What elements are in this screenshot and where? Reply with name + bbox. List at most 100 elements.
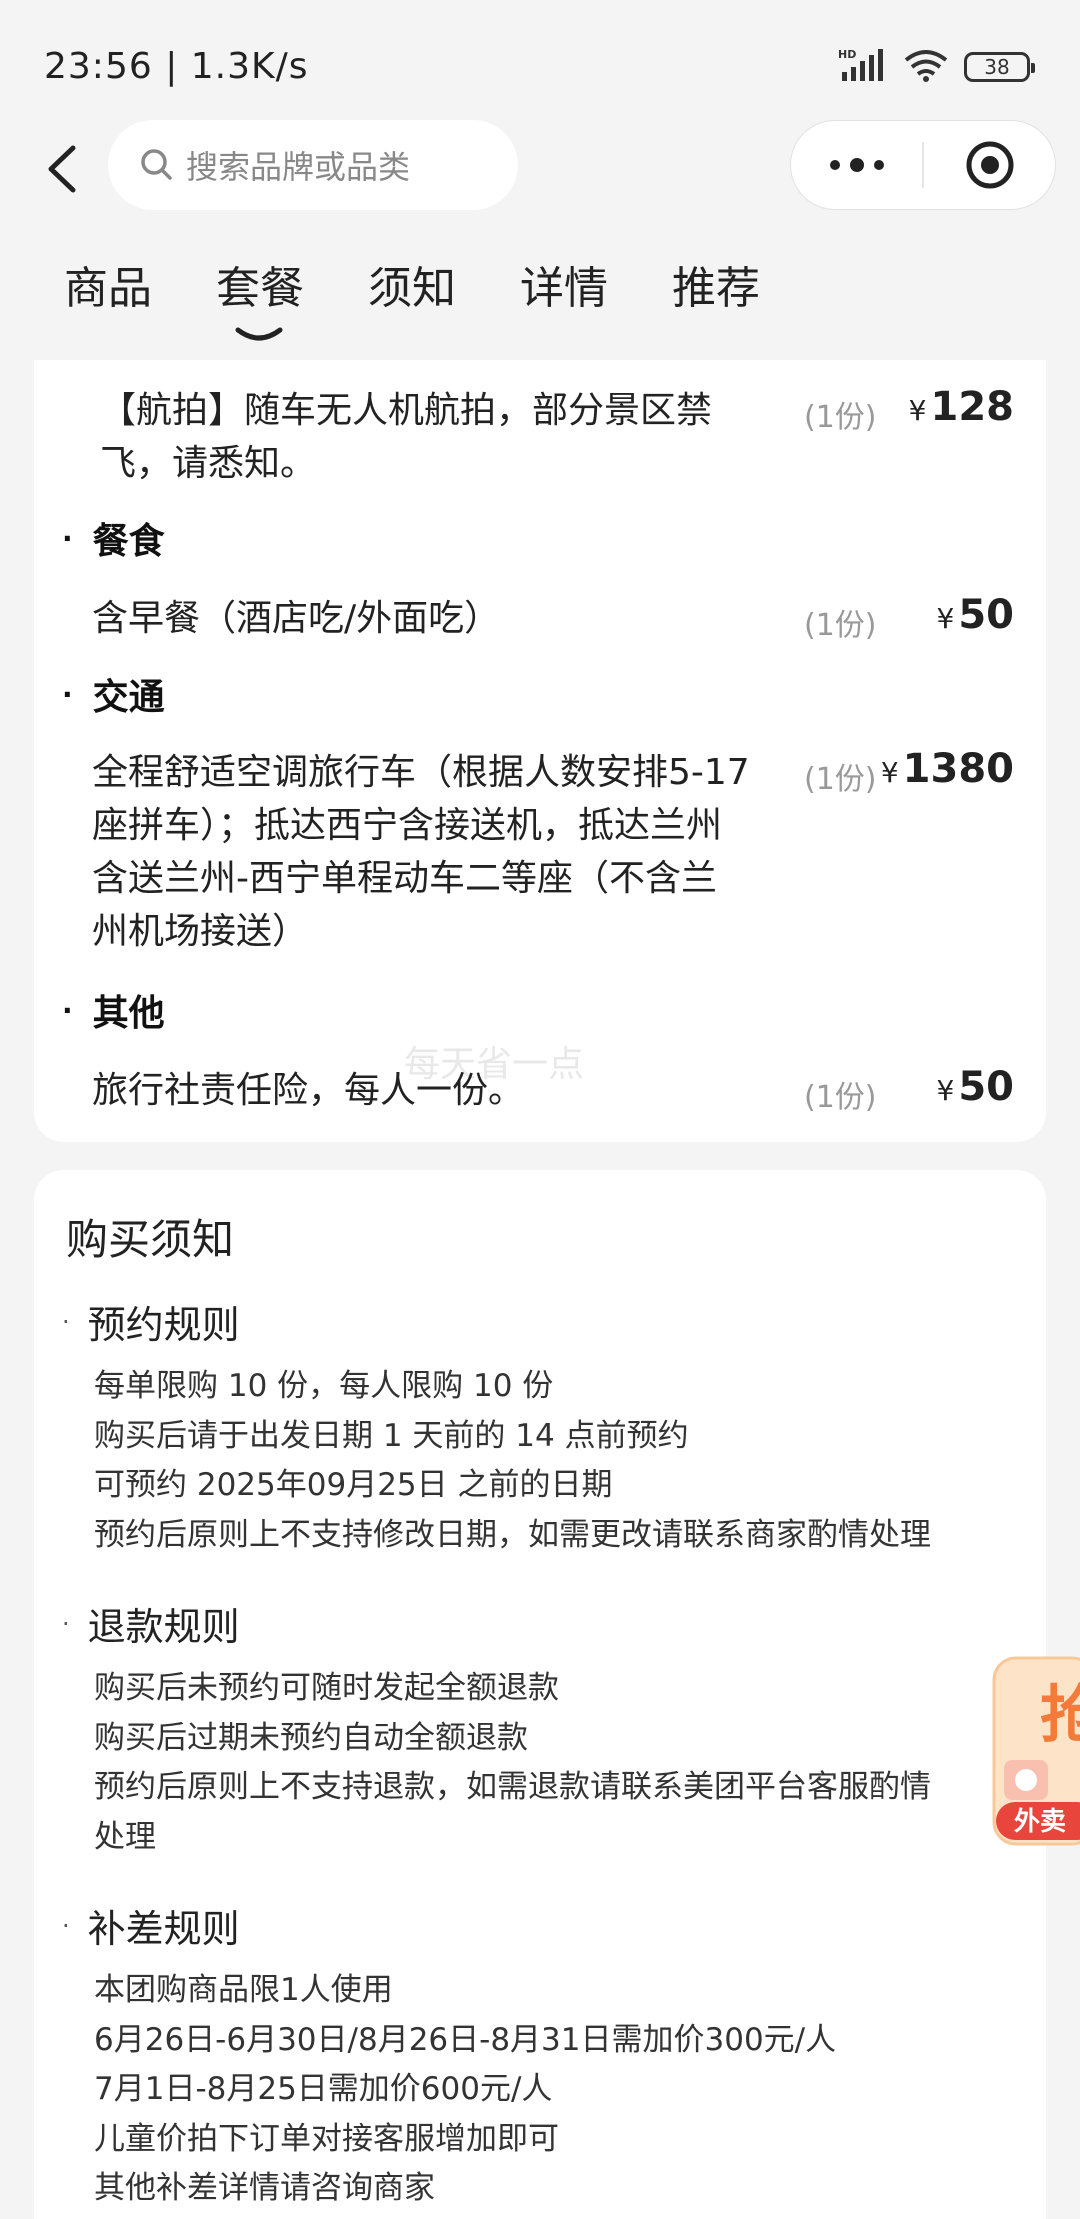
- price-value: 50: [958, 592, 1014, 638]
- currency-symbol: ¥: [880, 756, 899, 789]
- promo-big-char: 抢: [1040, 1678, 1080, 1751]
- tab-label: 商品: [64, 263, 152, 314]
- item-price: ¥50: [937, 592, 1015, 638]
- refund-rules-text: 购买后未预约可随时发起全额退款 购买后过期未预约自动全额退款 预约后原则上不支持…: [94, 1664, 996, 1862]
- rule-title-label: 预约规则: [87, 1303, 240, 1347]
- rule-line: 本团购商品限1人使用: [94, 1972, 393, 2008]
- watermark: 每天省一点: [404, 1044, 585, 1085]
- back-button[interactable]: [28, 134, 98, 204]
- bullet-icon: ·: [62, 1307, 70, 1336]
- item-price: ¥128: [909, 384, 1014, 430]
- item-line: 全程舒适空调旅行车（根据人数安排5-17: [92, 752, 750, 793]
- close-mini-program-button[interactable]: [924, 121, 1055, 209]
- search-input[interactable]: 搜索品牌或品类: [108, 120, 518, 210]
- purchase-notice-card: 购买须知 · 预约规则 每单限购 10 份，每人限购 10 份 购买后请于出发日…: [34, 1170, 1046, 2219]
- rule-line: 儿童价拍下订单对接客服增加即可: [94, 2120, 559, 2157]
- item-line: 州机场接送）: [92, 911, 309, 952]
- package-item-food: 含早餐（酒店吃/外面吃） (1份) ¥50: [92, 592, 1014, 652]
- promo-label: 外卖: [1014, 1807, 1066, 1837]
- tab-label: 须知: [368, 263, 456, 314]
- item-line: 飞，请悉知。: [100, 443, 317, 484]
- currency-symbol: ¥: [936, 602, 955, 635]
- item-price: ¥50: [937, 1064, 1015, 1110]
- bullet-icon: ·: [62, 521, 73, 555]
- tab-underline: [235, 327, 283, 341]
- item-quantity: (1份): [804, 608, 877, 643]
- category-transport: · 交通: [62, 668, 165, 720]
- package-card: 【航拍】随车无人机航拍，部分景区禁 飞，请悉知。 (1份) ¥128 · 餐食 …: [34, 360, 1046, 1142]
- price-value: 50: [958, 1064, 1014, 1110]
- booking-rules-text: 每单限购 10 份，每人限购 10 份 购买后请于出发日期 1 天前的 14 点…: [94, 1362, 996, 1560]
- signal-icon: HD: [838, 48, 888, 86]
- rule-line: 预约后原则上不支持修改日期，如需更改请联系商家酌情处理: [94, 1516, 931, 1553]
- status-icons: HD 38: [838, 48, 1035, 86]
- status-time: 23:56 | 1.3K/s: [44, 46, 309, 87]
- chevron-left-icon: [48, 145, 76, 193]
- tab-label: 推荐: [672, 263, 760, 314]
- item-quantity: (1份): [804, 762, 877, 797]
- bullet-icon: ·: [62, 993, 73, 1027]
- refund-rules-heading: · 退款规则: [62, 1596, 240, 1651]
- rule-title-label: 退款规则: [87, 1605, 240, 1649]
- battery-level: 38: [984, 55, 1010, 79]
- price-value: 128: [930, 384, 1015, 430]
- bullet-icon: ·: [62, 1911, 70, 1940]
- item-line: 座拼车）；抵达西宁含接送机，抵达兰州: [92, 805, 723, 846]
- item-line: 含送兰州-西宁单程动车二等座（不含兰: [92, 858, 717, 899]
- rule-line: 购买后过期未预约自动全额退款: [94, 1719, 528, 1756]
- tab-label: 详情: [520, 263, 608, 314]
- more-button[interactable]: [791, 121, 922, 209]
- rule-line: 购买后请于出发日期 1 天前的 14 点前预约: [94, 1417, 689, 1454]
- supplement-rules-heading: · 补差规则: [62, 1898, 240, 1953]
- category-label: 其他: [92, 993, 165, 1034]
- item-quantity: (1份): [804, 400, 877, 435]
- rule-line: 6月26日-6月30日/8月26日-8月31日需加价300元/人: [94, 2021, 837, 2058]
- item-description: 含早餐（酒店吃/外面吃）: [92, 598, 501, 639]
- battery-icon: 38: [964, 52, 1035, 82]
- tab-recommend[interactable]: 推荐: [672, 252, 760, 342]
- package-item-transport: 全程舒适空调旅行车（根据人数安排5-17 座拼车）；抵达西宁含接送机，抵达兰州 …: [92, 746, 1014, 966]
- rule-line: 每单限购 10 份，每人限购 10 份: [94, 1368, 554, 1404]
- rule-line: 可预约 2025年09月25日 之前的日期: [94, 1467, 613, 1503]
- category-label: 餐食: [92, 521, 165, 562]
- currency-symbol: ¥: [936, 1074, 955, 1107]
- tab-bar: 商品 套餐 须知 详情 推荐: [0, 252, 1080, 352]
- item-description: 【航拍】随车无人机航拍，部分景区禁 飞，请悉知。: [92, 384, 824, 494]
- category-other: · 其他: [62, 984, 165, 1036]
- rule-line: 处理: [94, 1818, 156, 1855]
- tab-notice[interactable]: 须知: [368, 252, 456, 342]
- target-icon: [966, 141, 1013, 189]
- status-bar: 23:56 | 1.3K/s HD 38: [0, 0, 1080, 120]
- rule-line: 预约后原则上不支持退款，如需退款请联系美团平台客服酌情: [94, 1769, 931, 1805]
- tab-goods[interactable]: 商品: [64, 252, 152, 342]
- more-dots-icon: [829, 158, 884, 172]
- wifi-icon: [902, 48, 950, 86]
- price-value: 1380: [902, 746, 1014, 792]
- currency-symbol: ¥: [908, 394, 927, 427]
- bullet-icon: ·: [62, 1609, 70, 1638]
- rule-line: 购买后未预约可随时发起全额退款: [94, 1670, 559, 1706]
- mini-program-capsule: [790, 120, 1056, 210]
- item-description: 全程舒适空调旅行车（根据人数安排5-17 座拼车）；抵达西宁含接送机，抵达兰州 …: [92, 746, 824, 966]
- item-quantity: (1份): [804, 1080, 877, 1115]
- tab-label: 套餐: [216, 263, 304, 314]
- tab-package[interactable]: 套餐: [216, 252, 304, 342]
- tab-details[interactable]: 详情: [520, 252, 608, 342]
- search-placeholder: 搜索品牌或品类: [186, 148, 411, 186]
- search-icon: [141, 149, 172, 180]
- rule-line: 7月1日-8月25日需加价600元/人: [94, 2071, 553, 2107]
- bullet-icon: ·: [62, 677, 73, 711]
- item-price: ¥1380: [881, 746, 1014, 792]
- package-item-aerial: 【航拍】随车无人机航拍，部分景区禁 飞，请悉知。 (1份) ¥128: [92, 384, 1014, 494]
- booking-rules-heading: · 预约规则: [62, 1294, 240, 1349]
- rule-title-label: 补差规则: [87, 1907, 240, 1951]
- item-line: 【航拍】随车无人机航拍，部分景区禁: [100, 390, 713, 431]
- promo-gift-icon: 抢 外卖: [992, 1656, 1080, 1846]
- category-label: 交通: [92, 677, 165, 718]
- supplement-rules-text: 本团购商品限1人使用 6月26日-6月30日/8月26日-8月31日需加价300…: [94, 1966, 996, 2214]
- network-label: HD: [838, 48, 856, 61]
- notice-title: 购买须知: [66, 1215, 235, 1264]
- floating-promo-badge[interactable]: 抢 外卖: [990, 1656, 1080, 1846]
- category-food: · 餐食: [62, 512, 165, 564]
- rule-line: 其他补差详情请咨询商家: [94, 2170, 435, 2206]
